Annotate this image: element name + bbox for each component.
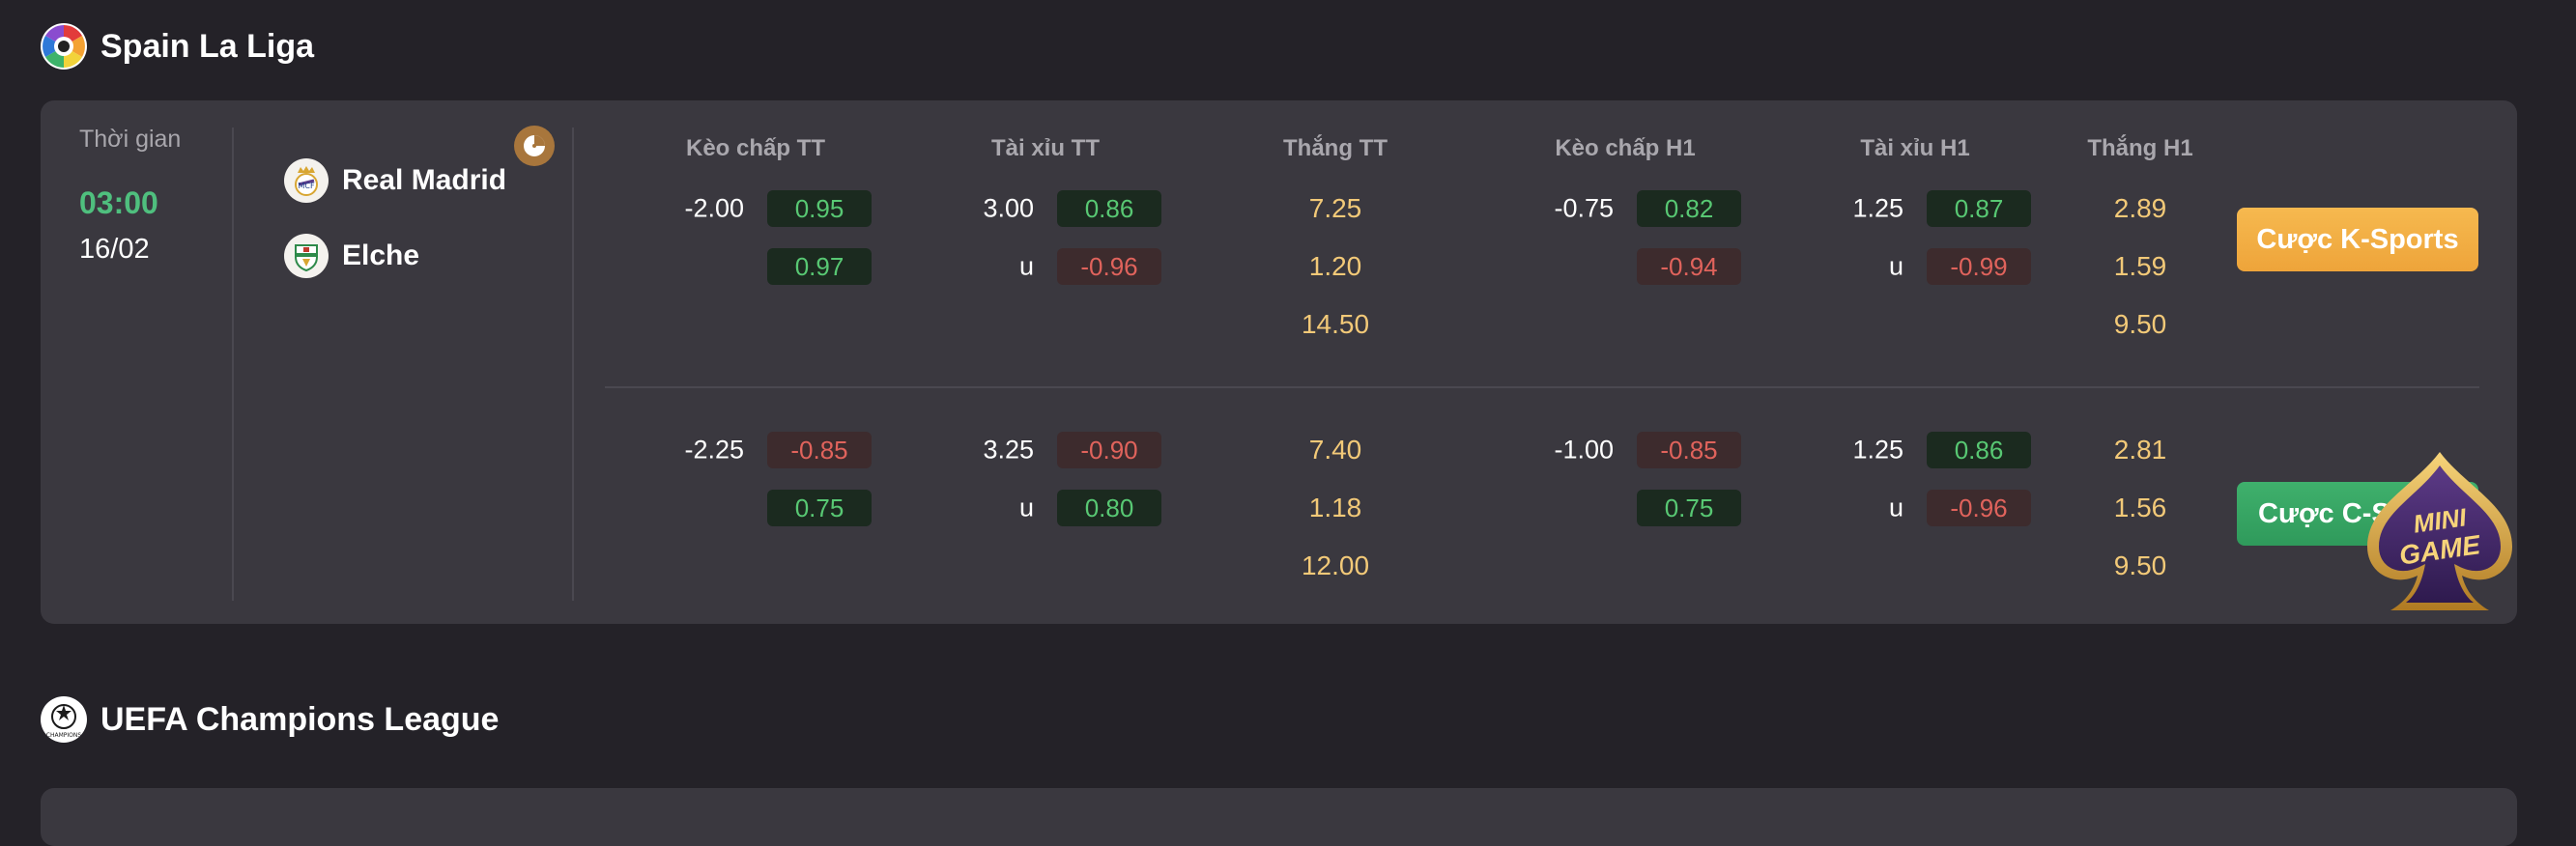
away-team-name: Elche <box>342 240 420 271</box>
total-line: 3.00 <box>983 193 1034 223</box>
away-team[interactable]: Elche <box>284 234 419 278</box>
odd-cell[interactable]: 0.86 <box>1927 432 2031 468</box>
column-header-overunder-ft: Tài xỉu TT <box>990 135 1101 161</box>
win-odd-home[interactable]: 2.89 <box>2114 193 2167 224</box>
column-header-win-ft: Thắng TT <box>1283 135 1388 161</box>
under-label: u <box>1888 493 1903 522</box>
total-line: 3.25 <box>983 435 1034 465</box>
win-odd-draw[interactable]: 12.00 <box>1302 550 1369 581</box>
column-header-handicap-h1: Kèo chấp H1 <box>1555 135 1696 161</box>
odd-cell[interactable]: 0.75 <box>767 490 872 526</box>
clock-chart-icon[interactable] <box>514 126 555 166</box>
match-date: 16/02 <box>79 234 150 265</box>
odd-cell[interactable]: 0.86 <box>1057 190 1161 227</box>
league-name: UEFA Champions League <box>100 700 500 738</box>
odd-cell[interactable]: -0.85 <box>1637 432 1741 468</box>
column-header-win-h1: Thắng H1 <box>2087 135 2193 161</box>
column-header-overunder-h1: Tài xỉu H1 <box>1860 135 1970 161</box>
match-card: Thời gian 03:00 16/02 MCF Real Madrid El… <box>41 100 2517 624</box>
svg-text:MCF: MCF <box>298 182 314 190</box>
odd-cell[interactable]: -0.94 <box>1637 248 1741 285</box>
divider <box>232 127 234 601</box>
league-header-ucl[interactable]: CHAMPIONS UEFA Champions League <box>41 696 499 743</box>
total-line: 1.25 <box>1852 193 1903 223</box>
laliga-logo-icon <box>41 23 87 70</box>
odd-cell[interactable]: -0.99 <box>1927 248 2031 285</box>
odd-cell[interactable]: 0.95 <box>767 190 872 227</box>
kickoff-time: 03:00 <box>79 185 158 220</box>
win-odd-away[interactable]: 1.59 <box>2114 251 2167 282</box>
real-madrid-crest-icon: MCF <box>284 158 329 203</box>
odd-cell[interactable]: 0.87 <box>1927 190 2031 227</box>
odd-cell[interactable]: -0.96 <box>1927 490 2031 526</box>
win-odd-draw[interactable]: 9.50 <box>2114 309 2167 340</box>
win-odd-home[interactable]: 7.25 <box>1309 193 1362 224</box>
match-card <box>41 788 2517 846</box>
time-label: Thời gian <box>79 126 182 153</box>
elche-crest-icon <box>284 234 329 278</box>
column-header-handicap-ft: Kèo chấp TT <box>685 135 826 161</box>
handicap-line: -2.00 <box>684 193 744 223</box>
win-odd-home[interactable]: 7.40 <box>1309 435 1362 465</box>
divider <box>605 386 2479 388</box>
league-header-laliga[interactable]: Spain La Liga <box>41 23 314 70</box>
bet-k-sports-button[interactable]: Cược K-Sports <box>2237 208 2478 271</box>
under-label: u <box>1888 251 1903 281</box>
under-label: u <box>1018 251 1034 281</box>
win-odd-home[interactable]: 2.81 <box>2114 435 2167 465</box>
ucl-logo-icon: CHAMPIONS <box>41 696 87 743</box>
win-odd-away[interactable]: 1.20 <box>1309 251 1362 282</box>
odd-cell[interactable]: -0.85 <box>767 432 872 468</box>
odd-cell[interactable]: 0.75 <box>1637 490 1741 526</box>
odd-cell[interactable]: 0.82 <box>1637 190 1741 227</box>
odd-cell[interactable]: -0.96 <box>1057 248 1161 285</box>
svg-text:CHAMPIONS: CHAMPIONS <box>46 732 82 739</box>
total-line: 1.25 <box>1852 435 1903 465</box>
handicap-line: -1.00 <box>1554 435 1614 465</box>
win-odd-draw[interactable]: 9.50 <box>2114 550 2167 581</box>
home-team-name: Real Madrid <box>342 164 507 196</box>
handicap-line: -0.75 <box>1554 193 1614 223</box>
divider <box>572 127 574 601</box>
win-odd-away[interactable]: 1.56 <box>2114 493 2167 523</box>
win-odd-draw[interactable]: 14.50 <box>1302 309 1369 340</box>
league-name: Spain La Liga <box>100 27 315 65</box>
home-team[interactable]: MCF Real Madrid <box>284 158 506 203</box>
handicap-line: -2.25 <box>684 435 744 465</box>
odd-cell[interactable]: -0.90 <box>1057 432 1161 468</box>
odd-cell[interactable]: 0.97 <box>767 248 872 285</box>
under-label: u <box>1018 493 1034 522</box>
win-odd-away[interactable]: 1.18 <box>1309 493 1362 523</box>
odd-cell[interactable]: 0.80 <box>1057 490 1161 526</box>
mini-game-badge[interactable]: MINI GAME <box>2358 444 2522 622</box>
